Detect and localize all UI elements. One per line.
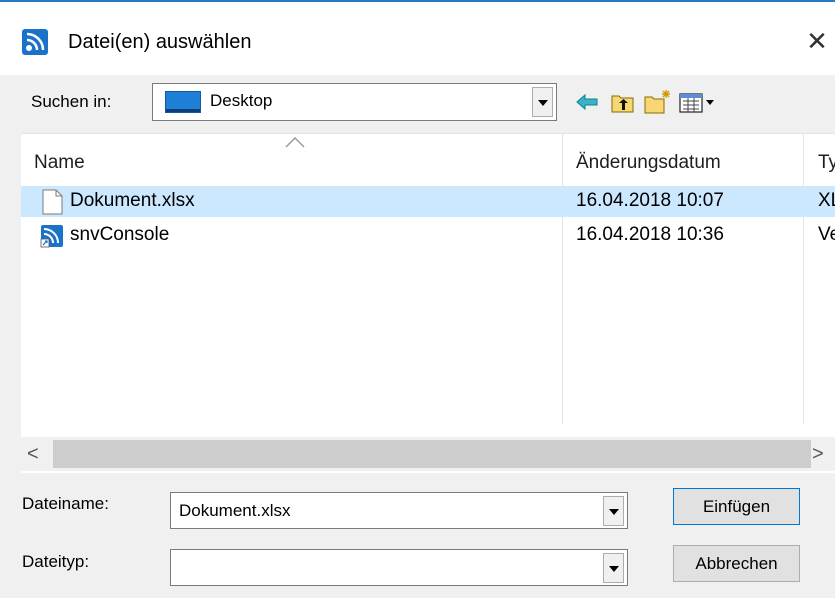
up-folder-icon[interactable] (608, 88, 638, 116)
file-type: Ve (818, 224, 835, 245)
new-folder-icon[interactable] (642, 88, 672, 116)
file-name: Dokument.xlsx (70, 190, 195, 211)
document-file-icon (42, 189, 63, 215)
cancel-button[interactable]: Abbrechen (673, 545, 800, 582)
desktop-icon (165, 91, 201, 113)
horizontal-scrollbar[interactable]: < > (21, 437, 835, 471)
filetype-label: Dateityp: (22, 552, 90, 571)
lookin-dropdown-button[interactable] (532, 87, 553, 117)
view-menu-icon[interactable] (678, 88, 718, 116)
column-separator (562, 134, 563, 424)
close-icon[interactable]: ✕ (800, 24, 834, 58)
filetype-combobox[interactable] (170, 549, 628, 586)
lookin-combobox[interactable]: Desktop (152, 83, 557, 121)
lookin-label: Suchen in: (31, 92, 112, 111)
column-separator (803, 134, 804, 424)
lookin-value: Desktop (210, 91, 273, 110)
filetype-dropdown-button[interactable] (603, 553, 624, 583)
snvconsole-shortcut-icon (40, 225, 63, 248)
column-header-name[interactable]: Name (34, 152, 85, 174)
title-bar[interactable]: Datei(en) auswählen ✕ (0, 2, 835, 75)
scroll-right-icon[interactable]: > (812, 443, 824, 466)
column-header-type[interactable]: Ty (818, 152, 835, 174)
filename-label: Dateiname: (22, 494, 109, 513)
file-list[interactable]: Name Änderungsdatum Ty Dokument.xlsx 16.… (21, 133, 835, 473)
filename-dropdown-button[interactable] (603, 496, 624, 526)
file-name: snvConsole (70, 224, 170, 245)
file-date: 16.04.2018 10:36 (576, 224, 724, 245)
scrollbar-thumb[interactable] (53, 440, 811, 468)
snvconsole-app-icon (22, 29, 48, 55)
filename-combobox[interactable]: Dokument.xlsx (170, 492, 628, 529)
file-type: XL (818, 190, 835, 211)
insert-button[interactable]: Einfügen (673, 488, 800, 525)
scroll-left-icon[interactable]: < (27, 443, 39, 466)
sort-ascending-icon (285, 136, 305, 148)
column-header-modified[interactable]: Änderungsdatum (576, 152, 721, 174)
list-item[interactable]: Dokument.xlsx 16.04.2018 10:07 XL (21, 186, 835, 217)
list-item[interactable]: snvConsole 16.04.2018 10:36 Ve (21, 220, 835, 251)
back-arrow-icon[interactable] (573, 88, 603, 116)
file-open-dialog: Datei(en) auswählen ✕ Suchen in: Desktop (0, 0, 835, 598)
file-date: 16.04.2018 10:07 (576, 190, 724, 211)
window-title: Datei(en) auswählen (68, 31, 252, 53)
filename-value[interactable]: Dokument.xlsx (179, 501, 290, 521)
